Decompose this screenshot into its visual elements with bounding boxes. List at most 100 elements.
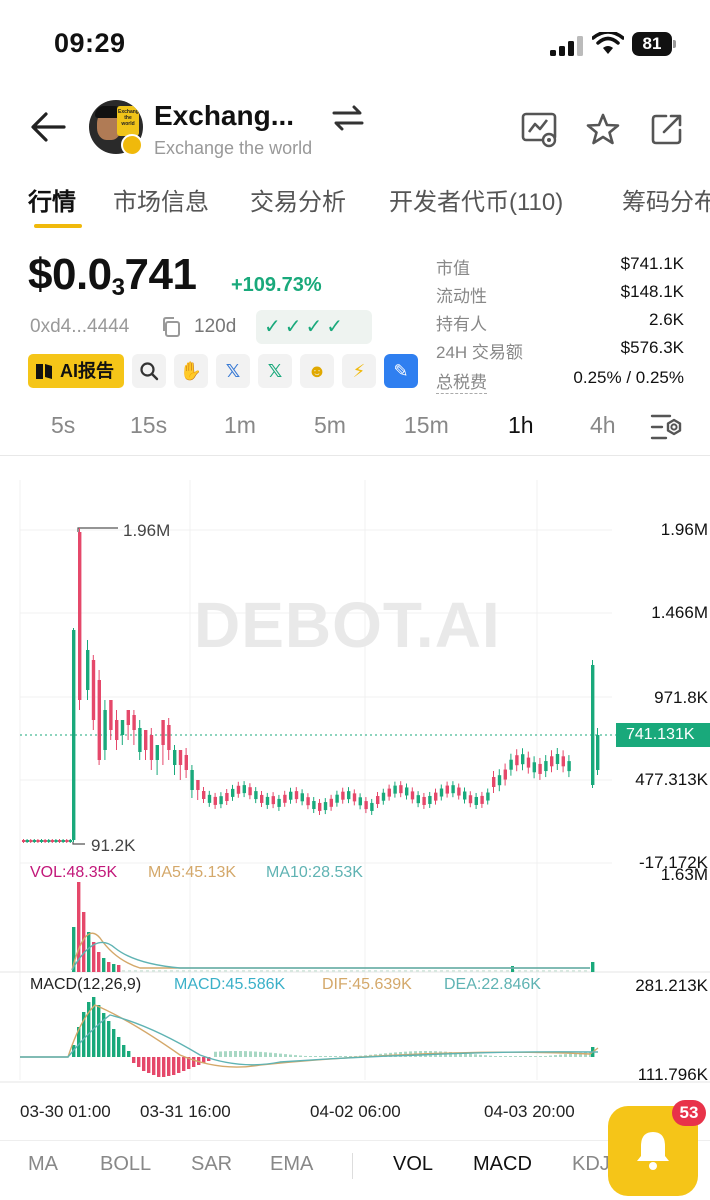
copy-icon[interactable]	[160, 316, 182, 338]
price-chart[interactable]: DEBOT.AI 1.96M 1.466M 971.8K 477.313K -1…	[0, 460, 710, 1140]
stat-holders[interactable]: 持有人 2.6K	[436, 310, 684, 338]
volume-bar	[434, 970, 437, 972]
indicator-kdj[interactable]: KDJ	[572, 1153, 610, 1176]
candle-body	[347, 791, 351, 800]
candle-body	[550, 756, 554, 767]
candle-body	[178, 750, 183, 765]
candle-body	[72, 630, 76, 840]
price-change: +109.73%	[231, 274, 322, 296]
candle-body	[36, 840, 40, 842]
candle-body	[190, 770, 194, 790]
community-button[interactable]: ☻	[300, 354, 334, 388]
swap-icon[interactable]	[332, 104, 364, 132]
macd-histogram-bar	[549, 1055, 552, 1057]
timeframe-1m[interactable]: 1m	[224, 412, 256, 439]
macd-histogram-bar	[117, 1037, 121, 1057]
lightning-button[interactable]: ⚡	[342, 354, 376, 388]
security-checks[interactable]: ✓✓✓✓	[256, 310, 372, 344]
volume-bar	[278, 970, 281, 972]
macd-histogram-bar	[224, 1051, 227, 1057]
search-icon	[140, 362, 159, 381]
timeframe-15s[interactable]: 15s	[130, 412, 167, 439]
macd-histogram-bar	[177, 1057, 181, 1073]
volume-bar	[362, 970, 365, 972]
macd-histogram-bar	[214, 1051, 217, 1057]
timeframe-4h[interactable]: 4h	[590, 412, 616, 439]
indicator-ma[interactable]: MA	[28, 1153, 58, 1176]
macd-histogram-bar	[514, 1056, 517, 1057]
candle-body	[329, 798, 333, 807]
indicator-vol[interactable]: VOL	[393, 1153, 433, 1176]
token-header: Exchange the world Exchang... Exchange t…	[0, 90, 710, 170]
macd-axis-label: 111.796K	[637, 1065, 708, 1084]
tab-trade-analysis[interactable]: 交易分析	[250, 182, 346, 217]
indicator-boll[interactable]: BOLL	[100, 1153, 151, 1176]
volume-bar	[308, 970, 311, 972]
volume-bar	[182, 970, 185, 972]
volume-bar	[542, 970, 545, 972]
timeframe-5s[interactable]: 5s	[51, 412, 75, 439]
tab-market[interactable]: 行情	[28, 182, 76, 217]
candle-body	[97, 680, 101, 760]
volume-bar	[356, 970, 359, 972]
twitter-search-button[interactable]: 𝕏	[216, 354, 250, 388]
ai-report-button[interactable]: AI报告	[28, 354, 124, 388]
volume-bar	[506, 970, 509, 972]
volume-bar	[260, 970, 263, 972]
macd-histogram-bar	[494, 1056, 497, 1057]
timeframe-1h[interactable]: 1h	[508, 412, 534, 439]
macd-histogram-bar	[137, 1057, 141, 1067]
indicator-macd[interactable]: MACD	[473, 1153, 532, 1176]
tab-dev-tokens[interactable]: 开发者代币(110)	[389, 182, 563, 217]
high-price-label: 1.96M	[123, 521, 171, 540]
macd-histogram-bar	[152, 1057, 156, 1075]
status-bar: 09:29 81	[0, 0, 710, 90]
candle-body	[312, 801, 316, 810]
wave-hand-button[interactable]: ✋	[174, 354, 208, 388]
indicator-sar[interactable]: SAR	[191, 1153, 232, 1176]
monitor-chart-icon[interactable]	[521, 112, 559, 148]
volume-bar	[386, 970, 389, 972]
main-tabs: 行情 市场信息 交易分析 开发者代币(110) 筹码分布	[0, 176, 710, 232]
macd-histogram-bar	[264, 1052, 267, 1057]
candle-body	[457, 787, 461, 796]
candle-body	[341, 791, 345, 800]
candle-body	[225, 793, 229, 802]
volume-bar	[591, 962, 595, 972]
share-icon[interactable]	[650, 112, 684, 146]
edit-button[interactable]: ✎	[384, 354, 418, 388]
chart-settings-icon[interactable]	[650, 410, 684, 444]
twitter-button[interactable]: 𝕏	[258, 354, 292, 388]
candle-body	[109, 700, 113, 730]
volume-bar	[524, 970, 527, 972]
wifi-icon	[592, 32, 624, 54]
candle-body	[393, 785, 397, 794]
candle-body	[68, 840, 73, 842]
favorite-star-icon[interactable]	[586, 112, 620, 146]
timeframe-5m[interactable]: 5m	[314, 412, 346, 439]
report-book-icon	[36, 364, 52, 379]
notification-badge: 53	[672, 1100, 706, 1126]
macd-histogram-bar	[484, 1055, 487, 1057]
candle-body	[480, 795, 484, 804]
volume-bar	[212, 970, 215, 972]
macd-histogram-bar	[107, 1021, 111, 1057]
macd-histogram-bar	[269, 1052, 272, 1057]
tab-chip-distribution[interactable]: 筹码分布	[622, 182, 710, 217]
candle-body	[358, 797, 362, 806]
macd-histogram-bar	[309, 1056, 312, 1057]
macd-histogram-bar	[239, 1051, 242, 1057]
macd-histogram-bar	[469, 1053, 472, 1057]
search-button[interactable]	[132, 354, 166, 388]
candle-body	[22, 840, 26, 842]
macd-histogram-bar	[147, 1057, 151, 1073]
volume-bar	[530, 970, 533, 972]
tab-market-info[interactable]: 市场信息	[113, 182, 209, 217]
stat-tax[interactable]: 总税费 0.25% / 0.25%	[436, 368, 684, 396]
indicator-ema[interactable]: EMA	[270, 1153, 313, 1176]
candlestick-chart-svg[interactable]	[0, 460, 710, 1140]
timeframe-15m[interactable]: 15m	[404, 412, 449, 439]
macd-histogram-bar	[479, 1054, 482, 1057]
dif-value: DIF:45.639K	[322, 976, 412, 993]
back-arrow-icon[interactable]	[28, 110, 68, 144]
